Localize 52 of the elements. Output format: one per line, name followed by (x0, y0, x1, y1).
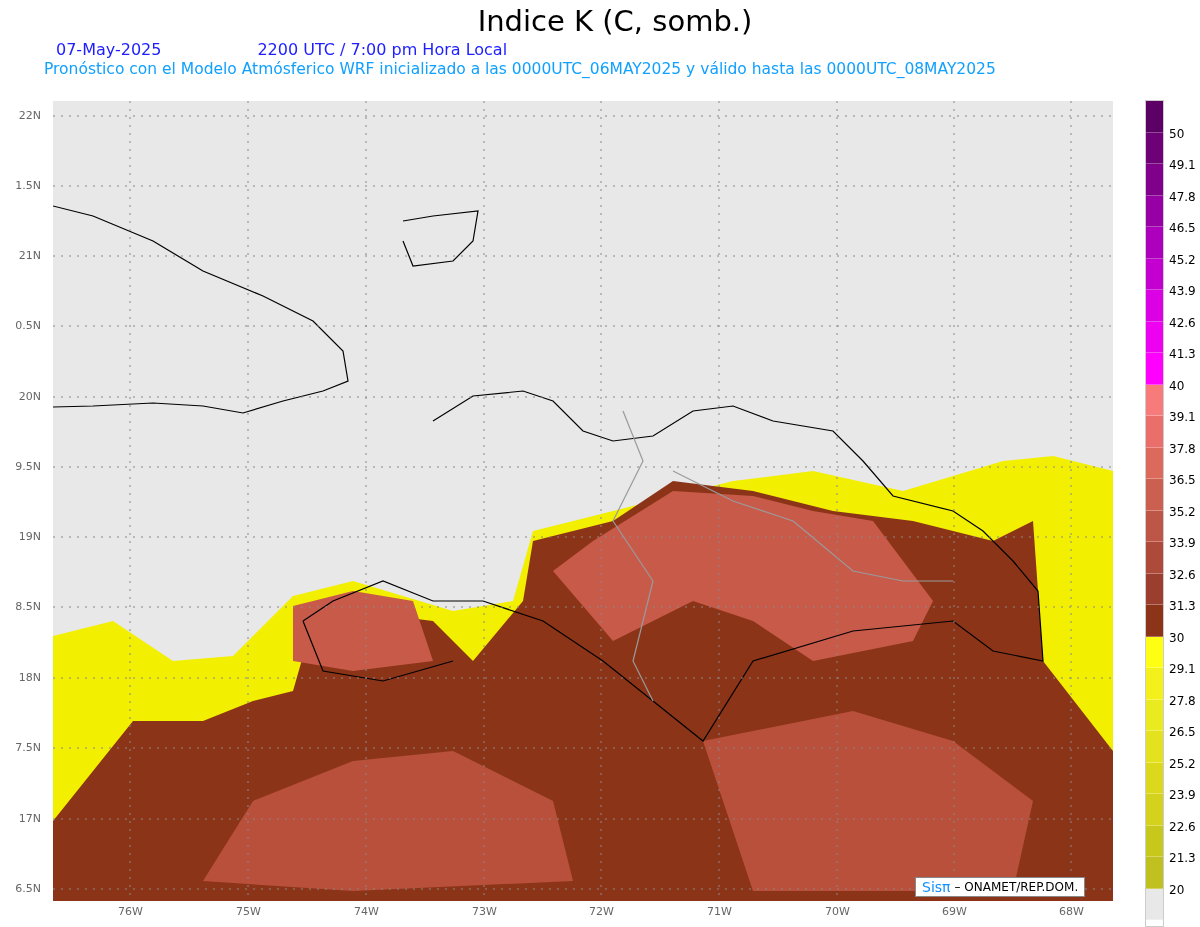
longitude-label: 69W (942, 905, 967, 918)
longitude-label: 70W (825, 905, 850, 918)
forecast-subtitle: Pronóstico con el Modelo Atmósferico WRF inicializado a las 0000UTC_06MAY2025 y válido hasta las 0000UTC_08MAY2025 (43, 60, 997, 78)
latitude-label: 22N (18, 109, 41, 122)
latitude-label: 20N (18, 390, 41, 403)
legend-label: 29.1 (1169, 662, 1196, 676)
latitude-label: 17N (18, 812, 41, 825)
legend-label: 35.2 (1169, 504, 1196, 519)
chart-title: Indice K (C, somb.) (476, 3, 754, 40)
latitude-label: 8.5N (15, 600, 41, 613)
legend-label: 20 (1169, 882, 1185, 897)
legend-label: 45.2 (1169, 252, 1196, 267)
legend-label: 26.5 (1169, 725, 1196, 739)
latitude-label: 7.5N (15, 741, 41, 754)
longitude-label: 73W (472, 905, 497, 918)
legend-label: 37.8 (1169, 441, 1196, 456)
latitude-label: 21N (18, 249, 41, 262)
legend-label: 33.9 (1169, 536, 1196, 550)
legend-label: 41.3 (1169, 347, 1196, 361)
legend-label: 40 (1169, 378, 1185, 393)
legend-label: 30 (1169, 630, 1185, 645)
longitude-label: 68W (1059, 905, 1084, 918)
legend-label: 32.6 (1169, 567, 1196, 582)
legend-label: 25.2 (1169, 756, 1196, 771)
forecast-time: 2200 UTC / 7:00 pm Hora Local (257, 40, 508, 60)
credit-text: – ONAMET/REP.DOM. (954, 880, 1079, 894)
logo-text: Sisπ (922, 879, 951, 895)
legend-label: 43.9 (1169, 284, 1196, 298)
legend-label: 22.6 (1169, 819, 1196, 834)
latitude-label: 9.5N (15, 460, 41, 473)
longitude-label: 72W (589, 905, 614, 918)
legend-label: 46.5 (1169, 221, 1196, 235)
legend-label: 31.3 (1169, 599, 1196, 613)
legend-label: 27.8 (1169, 693, 1196, 708)
latitude-label: 1.5N (15, 179, 41, 192)
latitude-label: 0.5N (15, 319, 41, 332)
legend-label: 42.6 (1169, 315, 1196, 330)
longitude-label: 75W (236, 905, 261, 918)
longitude-label: 74W (354, 905, 379, 918)
legend-label: 47.8 (1169, 189, 1196, 204)
legend-label: 23.9 (1169, 788, 1196, 802)
legend-label: 21.3 (1169, 851, 1196, 865)
longitude-label: 71W (707, 905, 732, 918)
latitude-label: 18N (18, 671, 41, 684)
forecast-date: 07-May-2025 (56, 40, 162, 60)
longitude-label: 76W (118, 905, 143, 918)
legend-label: 50 (1169, 126, 1185, 141)
latitude-label: 6.5N (15, 882, 41, 895)
legend-label: 39.1 (1169, 410, 1196, 424)
legend-label: 36.5 (1169, 473, 1196, 487)
latitude-label: 19N (18, 530, 41, 543)
legend-label: 49.1 (1169, 158, 1196, 172)
